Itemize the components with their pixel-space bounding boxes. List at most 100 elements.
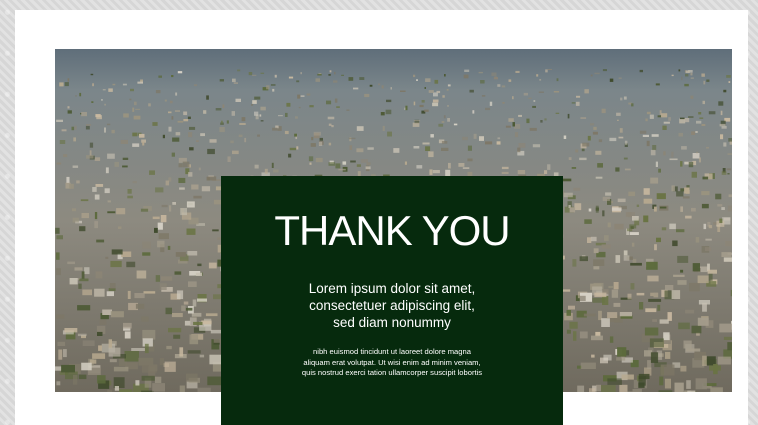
city-building-block bbox=[76, 180, 80, 184]
city-building-block bbox=[547, 69, 552, 70]
city-building-block bbox=[416, 79, 418, 81]
city-building-block bbox=[688, 116, 694, 118]
city-building-block bbox=[132, 132, 138, 137]
city-building-block bbox=[208, 262, 217, 269]
city-building-block bbox=[609, 336, 614, 343]
city-building-block bbox=[566, 329, 571, 334]
city-building-block bbox=[605, 192, 612, 196]
city-building-block bbox=[698, 112, 702, 115]
city-building-block bbox=[533, 100, 536, 102]
city-building-block bbox=[425, 78, 431, 82]
city-building-block bbox=[284, 130, 289, 135]
city-building-block bbox=[413, 120, 421, 122]
city-building-block bbox=[272, 88, 275, 92]
city-building-block bbox=[235, 98, 241, 102]
city-building-block bbox=[593, 259, 605, 266]
city-building-block bbox=[134, 101, 137, 106]
slide-subtitle: Lorem ipsum dolor sit amet, consectetuer… bbox=[261, 280, 523, 331]
city-building-block bbox=[289, 147, 297, 151]
city-building-block bbox=[624, 168, 631, 171]
city-building-block bbox=[702, 176, 709, 180]
city-building-block bbox=[109, 359, 117, 363]
city-building-block bbox=[187, 251, 198, 256]
city-building-block bbox=[724, 217, 731, 221]
city-building-block bbox=[579, 331, 588, 339]
city-building-block bbox=[636, 292, 645, 296]
city-building-block bbox=[701, 203, 709, 209]
city-building-block bbox=[63, 349, 67, 358]
city-building-block bbox=[296, 146, 299, 150]
city-building-block bbox=[639, 302, 644, 310]
city-building-block bbox=[643, 198, 653, 204]
city-building-block bbox=[679, 118, 686, 124]
city-building-block bbox=[360, 159, 368, 163]
city-building-block bbox=[135, 380, 140, 386]
city-building-block bbox=[400, 90, 406, 92]
city-building-block bbox=[244, 137, 247, 143]
city-building-block bbox=[671, 290, 681, 299]
city-building-block bbox=[601, 318, 610, 327]
city-building-block bbox=[73, 137, 76, 142]
city-building-block bbox=[614, 223, 624, 230]
city-building-block bbox=[309, 105, 314, 108]
city-building-block bbox=[568, 157, 572, 160]
city-building-block bbox=[178, 163, 183, 168]
city-building-block bbox=[619, 128, 623, 133]
city-building-block bbox=[502, 102, 505, 104]
city-building-block bbox=[481, 95, 486, 97]
city-building-block bbox=[643, 188, 650, 195]
city-building-block bbox=[92, 187, 97, 192]
city-building-block bbox=[382, 125, 385, 131]
city-building-block bbox=[172, 202, 176, 205]
city-building-block bbox=[286, 102, 291, 107]
city-building-block bbox=[464, 69, 470, 72]
city-building-block bbox=[646, 140, 650, 147]
city-building-block bbox=[595, 176, 603, 179]
city-building-block bbox=[696, 120, 702, 124]
city-building-block bbox=[642, 134, 649, 137]
city-building-block bbox=[514, 132, 519, 138]
body-line: nibh euismod tincidunt ut laoreet dolore… bbox=[313, 347, 471, 356]
city-building-block bbox=[144, 343, 149, 354]
city-building-block bbox=[56, 314, 65, 319]
city-building-block bbox=[669, 158, 678, 161]
city-building-block bbox=[424, 109, 429, 112]
city-building-block bbox=[663, 340, 671, 344]
city-building-block bbox=[134, 293, 145, 299]
city-building-block bbox=[95, 114, 101, 118]
body-line: quis nostrud exerci tation ullamcorper s… bbox=[301, 368, 483, 377]
city-building-block bbox=[650, 177, 659, 184]
city-building-block bbox=[653, 292, 659, 298]
city-building-block bbox=[595, 207, 599, 211]
city-building-block bbox=[71, 208, 76, 212]
city-building-block bbox=[602, 69, 607, 72]
city-building-block bbox=[335, 163, 341, 169]
city-building-block bbox=[638, 382, 645, 388]
city-building-block bbox=[64, 328, 78, 333]
subtitle-line: Lorem ipsum dolor sit amet, bbox=[308, 281, 476, 296]
city-building-block bbox=[690, 72, 693, 76]
city-building-block bbox=[467, 158, 473, 162]
city-building-block bbox=[105, 256, 109, 259]
city-building-block bbox=[573, 331, 577, 341]
city-building-block bbox=[89, 142, 94, 148]
city-building-block bbox=[167, 245, 171, 250]
city-building-block bbox=[695, 378, 707, 390]
city-building-block bbox=[79, 92, 82, 97]
city-building-block bbox=[155, 275, 160, 282]
city-building-block bbox=[272, 127, 278, 131]
city-building-block bbox=[703, 80, 706, 85]
city-building-block bbox=[165, 307, 172, 315]
city-building-block bbox=[169, 205, 172, 212]
city-building-block bbox=[728, 81, 731, 83]
city-building-block bbox=[673, 274, 685, 277]
city-building-block bbox=[348, 137, 356, 140]
body-line: aliquam erat volutpat. Ut wisi enim ad m… bbox=[303, 357, 481, 367]
city-building-block bbox=[380, 112, 385, 116]
city-building-block bbox=[348, 77, 354, 81]
city-building-block bbox=[685, 70, 690, 74]
city-building-block bbox=[311, 136, 314, 141]
city-building-block bbox=[721, 126, 727, 129]
city-building-block bbox=[338, 168, 346, 171]
city-building-block bbox=[79, 226, 86, 232]
